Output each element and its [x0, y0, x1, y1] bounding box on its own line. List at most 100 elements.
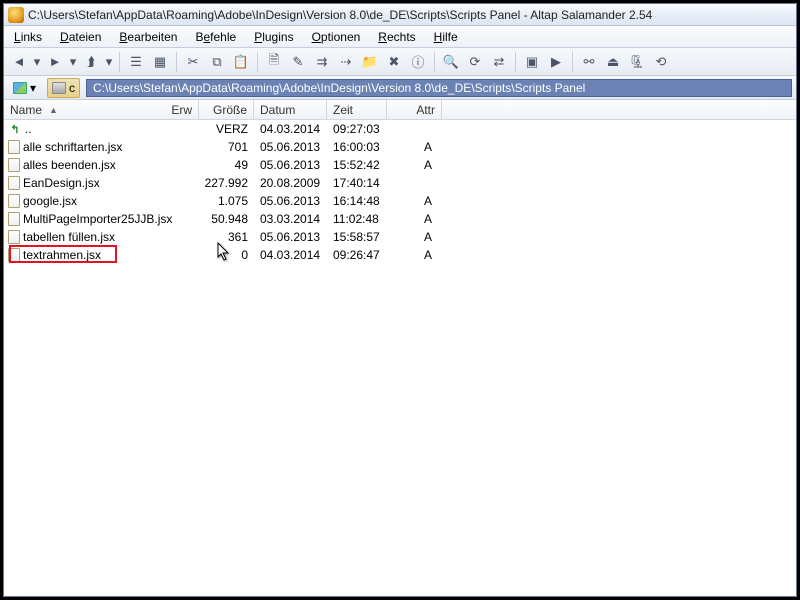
drive-win[interactable]: ▾ [8, 78, 41, 98]
file-time: 17:40:14 [327, 176, 387, 190]
file-size: 227.992 [199, 176, 254, 190]
terminal-button[interactable]: ▣ [521, 51, 543, 73]
file-attr: A [387, 248, 442, 262]
menu-befehle[interactable]: Befehle [187, 28, 244, 46]
nav-back-dropdown[interactable]: ▾ [32, 51, 42, 73]
menu-bearbeiten[interactable]: Bearbeiten [111, 28, 185, 46]
menubar: Links Dateien Bearbeiten Befehle Plugins… [4, 26, 796, 48]
disconnect-button[interactable]: ⏏ [602, 51, 624, 73]
edit-button[interactable]: ✎ [287, 51, 309, 73]
file-size: 49 [199, 158, 254, 172]
header-date[interactable]: Datum [254, 100, 327, 119]
file-time: 16:00:03 [327, 140, 387, 154]
menu-links[interactable]: Links [6, 28, 50, 46]
properties-button[interactable]: ⓘ [407, 51, 429, 73]
file-name: EanDesign.jsx [23, 176, 100, 190]
file-attr: A [387, 212, 442, 226]
file-date: 04.03.2014 [254, 248, 327, 262]
file-name: alle schriftarten.jsx [23, 140, 122, 154]
file-size: 50.948 [199, 212, 254, 226]
app-window: C:\Users\Stefan\AppData\Roaming\Adobe\In… [3, 3, 797, 597]
toolbar-sep [434, 52, 435, 72]
file-name: alles beenden.jsx [23, 158, 116, 172]
up-dir-icon: ↰ [8, 122, 22, 136]
file-row[interactable]: textrahmen.jsx004.03.201409:26:47A [4, 246, 796, 264]
file-name: tabellen füllen.jsx [23, 230, 115, 244]
nav-up-button[interactable]: ⮭ [80, 51, 102, 73]
file-icon [8, 140, 20, 154]
sync-button[interactable]: ⟲ [650, 51, 672, 73]
drive-icon [52, 82, 66, 94]
menu-hilfe[interactable]: Hilfe [426, 28, 466, 46]
header-attr[interactable]: Attr [387, 100, 442, 119]
file-icon [8, 212, 20, 226]
file-name: MultiPageImporter25JJB.jsx [23, 212, 172, 226]
file-size: 701 [199, 140, 254, 154]
nav-fwd-dropdown[interactable]: ▾ [68, 51, 78, 73]
file-size: 1.075 [199, 194, 254, 208]
drive-c[interactable]: c [47, 78, 80, 98]
file-time: 11:02:48 [327, 212, 387, 226]
parent-dir-row[interactable]: ↰.. VERZ 04.03.2014 09:27:03 [4, 120, 796, 138]
move-op-button[interactable]: ⇢ [335, 51, 357, 73]
drive-row: ▾ c C:\Users\Stefan\AppData\Roaming\Adob… [4, 76, 796, 100]
toolbar-sep [515, 52, 516, 72]
file-row[interactable]: MultiPageImporter25JJB.jsx50.94803.03.20… [4, 210, 796, 228]
header-name[interactable]: Name▲ Erw [4, 100, 199, 119]
swap-button[interactable]: ⇄ [488, 51, 510, 73]
file-name: google.jsx [23, 194, 77, 208]
file-date: 05.06.2013 [254, 230, 327, 244]
menu-rechts[interactable]: Rechts [370, 28, 423, 46]
refresh-button[interactable]: ⟳ [464, 51, 486, 73]
pack-button[interactable]: 🗜 [626, 51, 648, 73]
delete-button[interactable]: ✖ [383, 51, 405, 73]
file-date: 05.06.2013 [254, 140, 327, 154]
file-icon [8, 176, 20, 190]
file-name: .. [25, 122, 32, 136]
nav-fwd-button[interactable]: ► [44, 51, 66, 73]
header-time[interactable]: Zeit [327, 100, 387, 119]
menu-optionen[interactable]: Optionen [304, 28, 369, 46]
header-size[interactable]: Größe [199, 100, 254, 119]
copy-button[interactable]: ⧉ [206, 51, 228, 73]
toolbar-sep [119, 52, 120, 72]
file-row[interactable]: google.jsx1.07505.06.201316:14:48A [4, 192, 796, 210]
select-all-button[interactable]: ▦ [149, 51, 171, 73]
sort-asc-icon: ▲ [49, 105, 58, 115]
find-button[interactable]: 🔍 [440, 51, 462, 73]
toolbar-sep [257, 52, 258, 72]
file-attr: A [387, 194, 442, 208]
file-row[interactable]: EanDesign.jsx 227.99220.08.200917:40:14 [4, 174, 796, 192]
header-spacer [442, 100, 796, 119]
file-row[interactable]: tabellen füllen.jsx 36105.06.201315:58:57… [4, 228, 796, 246]
file-time: 15:52:42 [327, 158, 387, 172]
menu-dateien[interactable]: Dateien [52, 28, 109, 46]
file-date: 04.03.2014 [254, 122, 327, 136]
mkdir-button[interactable]: 📁 [359, 51, 381, 73]
file-time: 16:14:48 [327, 194, 387, 208]
current-path: C:\Users\Stefan\AppData\Roaming\Adobe\In… [93, 81, 585, 95]
file-icon [8, 158, 20, 172]
file-date: 20.08.2009 [254, 176, 327, 190]
paste-button[interactable]: 📋 [230, 51, 252, 73]
nav-up-dropdown[interactable]: ▾ [104, 51, 114, 73]
nav-back-button[interactable]: ◄ [8, 51, 30, 73]
launch-button[interactable]: ▶ [545, 51, 567, 73]
file-row[interactable]: alles beenden.jsx 4905.06.201315:52:42A [4, 156, 796, 174]
hotpath-button[interactable]: ☰ [125, 51, 147, 73]
path-bar[interactable]: C:\Users\Stefan\AppData\Roaming\Adobe\In… [86, 79, 792, 97]
file-row[interactable]: alle schriftarten.jsx 70105.06.201316:00:… [4, 138, 796, 156]
copy-op-button[interactable]: ⇉ [311, 51, 333, 73]
file-date: 05.06.2013 [254, 158, 327, 172]
cut-button[interactable]: ✂ [182, 51, 204, 73]
windows-flag-icon [13, 82, 27, 94]
connect-button[interactable]: ⚯ [578, 51, 600, 73]
file-icon [8, 230, 20, 244]
file-time: 09:27:03 [327, 122, 387, 136]
file-time: 15:58:57 [327, 230, 387, 244]
file-attr: A [387, 158, 442, 172]
file-list[interactable]: ↰.. VERZ 04.03.2014 09:27:03 alle schrif… [4, 120, 796, 596]
view-button[interactable]: 🗎 [263, 51, 285, 73]
menu-plugins[interactable]: Plugins [246, 28, 301, 46]
file-size: 361 [199, 230, 254, 244]
